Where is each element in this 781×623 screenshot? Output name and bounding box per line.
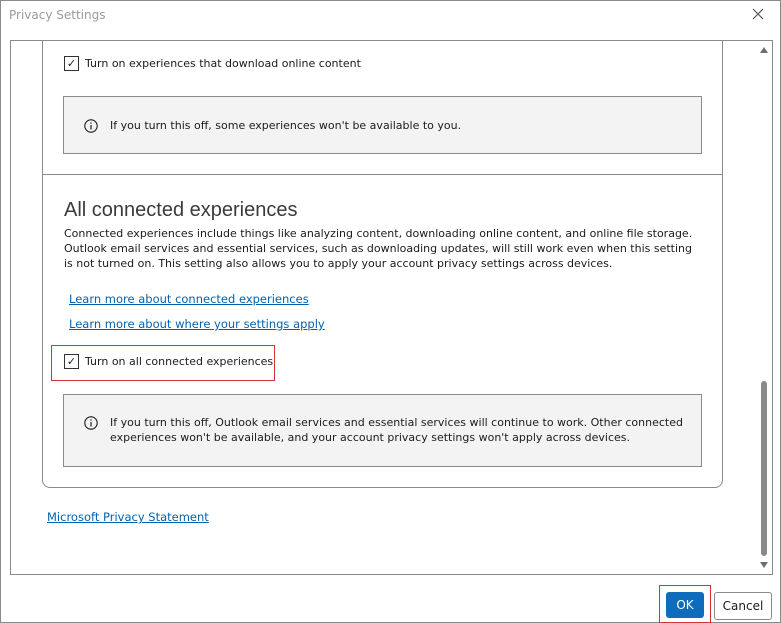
section-description: Connected experiences include things lik… (64, 227, 693, 270)
download-content-label: Turn on experiences that download online… (85, 57, 361, 70)
download-info-text: If you turn this off, some experiences w… (110, 119, 462, 132)
close-icon[interactable] (750, 6, 766, 22)
settings-scroll-area[interactable]: ✓ Turn on experiences that download onli… (10, 40, 773, 575)
download-info-box: If you turn this off, some experiences w… (63, 96, 702, 154)
learn-more-settings-link[interactable]: Learn more about where your settings app… (69, 317, 325, 331)
info-icon (84, 118, 98, 133)
all-connected-checkbox[interactable]: ✓ (64, 354, 79, 369)
connected-info-line2: experiences won't be available, and your… (110, 431, 631, 444)
scroll-down-arrow-icon[interactable] (760, 562, 768, 568)
info-icon (84, 415, 98, 430)
learn-more-connected-link[interactable]: Learn more about connected experiences (69, 292, 309, 306)
ok-button[interactable]: OK (666, 592, 704, 618)
section-heading: All connected experiences (64, 199, 298, 221)
vertical-scrollbar[interactable] (756, 41, 772, 574)
window-title: Privacy Settings (9, 8, 106, 22)
scroll-up-arrow-icon[interactable] (760, 47, 768, 53)
cancel-button[interactable]: Cancel (714, 592, 772, 620)
download-content-card: ✓ Turn on experiences that download onli… (42, 41, 723, 175)
connected-info-line1: If you turn this off, Outlook email serv… (110, 416, 683, 429)
all-connected-label: Turn on all connected experiences (85, 355, 274, 368)
scrollbar-thumb[interactable] (761, 381, 767, 556)
privacy-statement-link[interactable]: Microsoft Privacy Statement (47, 510, 209, 524)
connected-info-box: If you turn this off, Outlook email serv… (63, 394, 702, 467)
privacy-settings-dialog: Privacy Settings ✓ Turn on experiences t… (0, 0, 781, 623)
connected-experiences-card: All connected experiences Connected expe… (42, 174, 723, 488)
download-content-checkbox[interactable]: ✓ (64, 56, 79, 71)
